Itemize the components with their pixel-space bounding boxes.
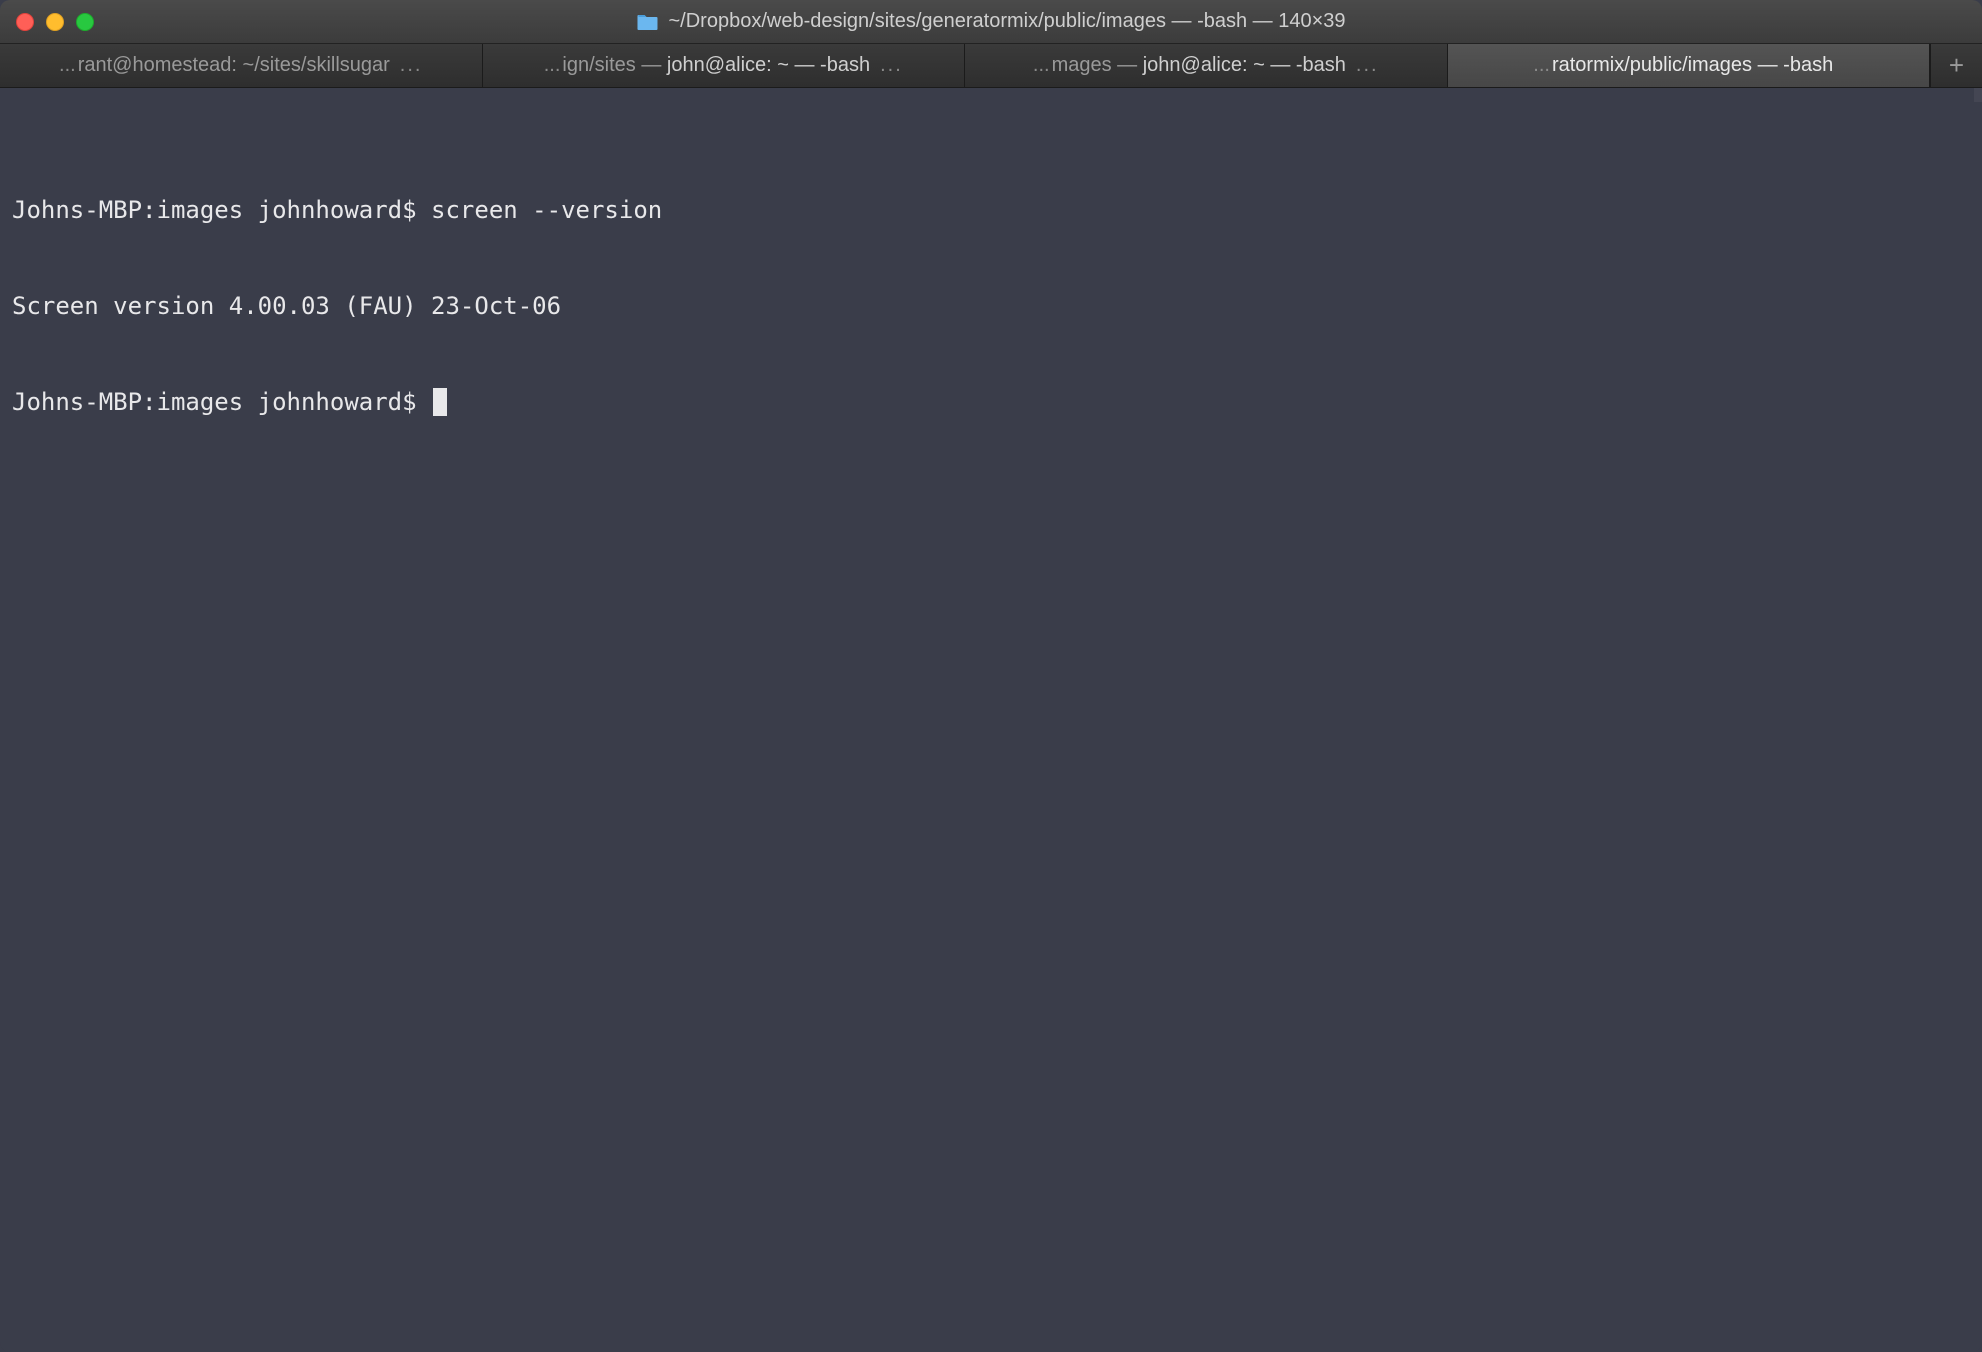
tab-1[interactable]: ...ign/sites — john@alice: ~ — -bash ... [483, 44, 966, 87]
window-title: ~/Dropbox/web-design/sites/generatormix/… [636, 10, 1345, 33]
close-button[interactable] [16, 13, 34, 31]
maximize-button[interactable] [76, 13, 94, 31]
output: Screen version 4.00.03 (FAU) 23-Oct-06 [12, 292, 561, 320]
traffic-lights [16, 13, 94, 31]
prompt: Johns-MBP:images johnhoward$ [12, 196, 431, 224]
tab-2[interactable]: ...mages — john@alice: ~ — -bash ... [965, 44, 1448, 87]
tab-label: ...ign/sites — john@alice: ~ — -bash [544, 54, 870, 77]
terminal-window: ~/Dropbox/web-design/sites/generatormix/… [0, 0, 1982, 1352]
titlebar[interactable]: ~/Dropbox/web-design/sites/generatormix/… [0, 0, 1982, 44]
tab-overflow-icon: ... [400, 54, 423, 77]
terminal-line: Screen version 4.00.03 (FAU) 23-Oct-06 [12, 290, 1970, 322]
tab-label: ...ratormix/public/images — -bash [1533, 54, 1833, 77]
tab-bar: ...rant@homestead: ~/sites/skillsugar ..… [0, 44, 1982, 88]
terminal-line: Johns-MBP:images johnhoward$ screen --ve… [12, 194, 1970, 226]
terminal-line: Johns-MBP:images johnhoward$ [12, 386, 1970, 418]
tab-label: ...rant@homestead: ~/sites/skillsugar [59, 54, 390, 77]
terminal-view[interactable]: Johns-MBP:images johnhoward$ screen --ve… [0, 88, 1982, 1352]
tab-overflow-icon: ... [1356, 54, 1379, 77]
cursor [433, 388, 447, 416]
minimize-button[interactable] [46, 13, 64, 31]
command: screen --version [431, 196, 662, 224]
new-tab-button[interactable]: + [1930, 44, 1982, 87]
tab-3[interactable]: ...ratormix/public/images — -bash [1448, 44, 1931, 87]
window-title-text: ~/Dropbox/web-design/sites/generatormix/… [668, 10, 1345, 33]
plus-icon: + [1949, 50, 1964, 81]
tab-0[interactable]: ...rant@homestead: ~/sites/skillsugar ..… [0, 44, 483, 87]
tab-overflow-icon: ... [880, 54, 903, 77]
scrollbar[interactable] [1974, 88, 1982, 102]
tab-label: ...mages — john@alice: ~ — -bash [1033, 54, 1346, 77]
prompt: Johns-MBP:images johnhoward$ [12, 388, 431, 416]
folder-icon [636, 13, 658, 31]
